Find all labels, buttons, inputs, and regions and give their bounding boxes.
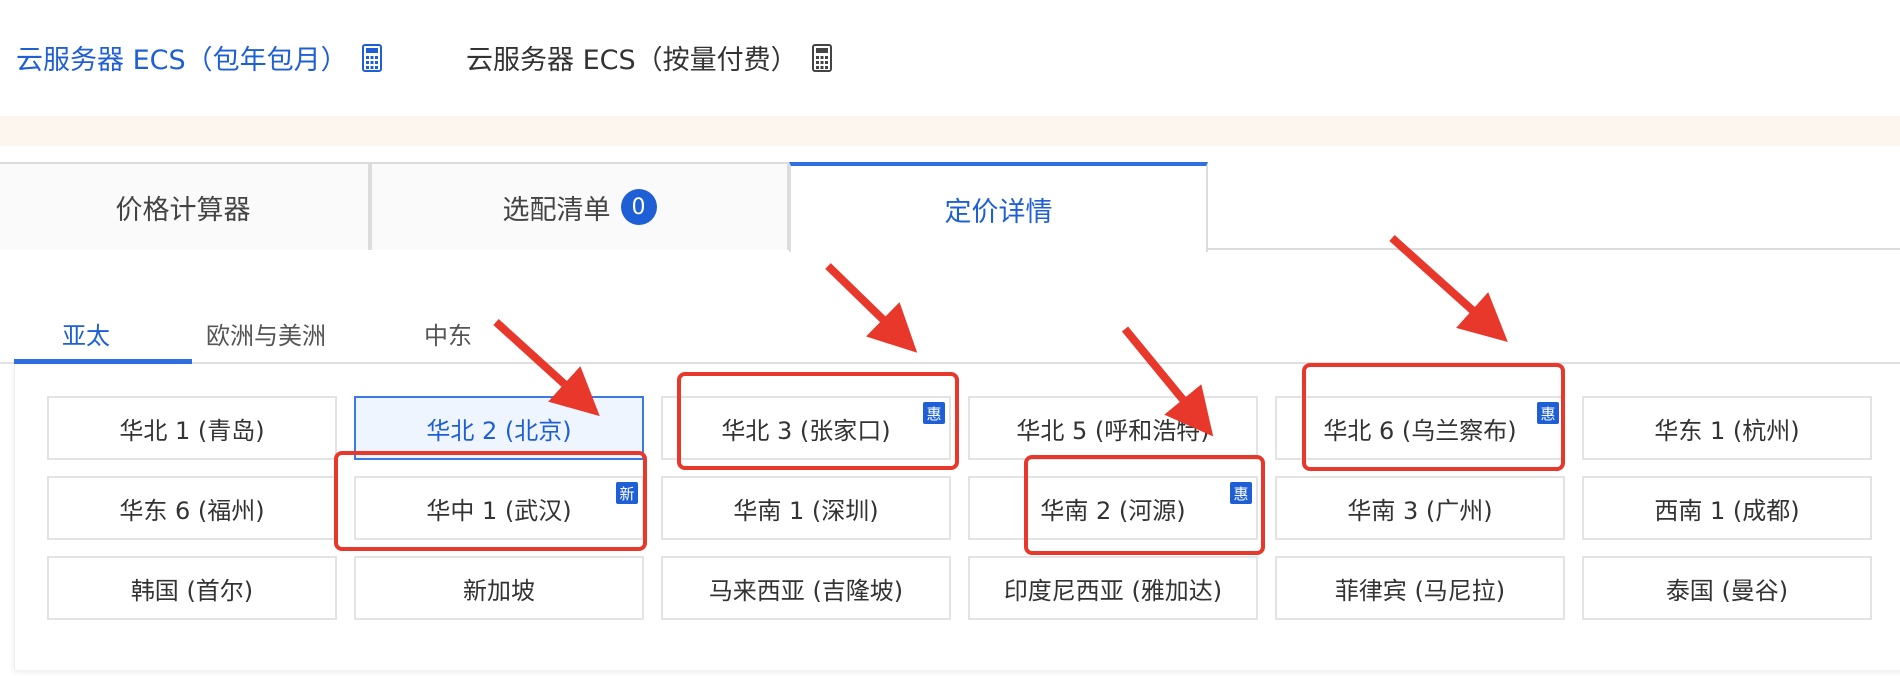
tab-middle-east[interactable]: 中东 [424, 316, 472, 351]
product-link-ecs-payg[interactable]: 云服务器 ECS（按量付费） [466, 38, 832, 77]
region-korea-seoul[interactable]: 韩国 (首尔) [47, 556, 337, 620]
region-label: 西南 1 (成都) [1654, 496, 1800, 525]
new-badge: 新 [616, 482, 638, 504]
tab-selection-list[interactable]: 选配清单 0 [370, 162, 789, 250]
region-huabei-2-beijing[interactable]: 华北 2 (北京) [354, 396, 644, 460]
region-huazhong-1-wuhan[interactable]: 华中 1 (武汉) 新 [354, 476, 644, 540]
region-label: 新加坡 [463, 576, 535, 605]
discount-badge: 惠 [1537, 402, 1559, 424]
region-label: 华中 1 (武汉) [426, 496, 572, 525]
region-label: 华北 2 (北京) [426, 416, 572, 445]
region-huanan-3-guangzhou[interactable]: 华南 3 (广州) [1275, 476, 1565, 540]
region-label: 华北 1 (青岛) [119, 416, 265, 445]
region-label: 华南 1 (深圳) [733, 496, 879, 525]
notice-strip [0, 116, 1900, 146]
region-huabei-1-qingdao[interactable]: 华北 1 (青岛) [47, 396, 337, 460]
calculator-icon[interactable] [811, 43, 832, 72]
region-label: 菲律宾 (马尼拉) [1334, 576, 1506, 605]
region-label: 马来西亚 (吉隆坡) [708, 576, 904, 605]
tab-pricing-details[interactable]: 定价详情 [789, 162, 1208, 252]
discount-badge: 惠 [1230, 482, 1252, 504]
region-huabei-6-ulanqab[interactable]: 华北 6 (乌兰察布) 惠 [1275, 396, 1565, 460]
region-indonesia-jakarta[interactable]: 印度尼西亚 (雅加达) [968, 556, 1258, 620]
region-thailand-bangkok[interactable]: 泰国 (曼谷) [1582, 556, 1872, 620]
region-huabei-5-hohhot[interactable]: 华北 5 (呼和浩特) [968, 396, 1258, 460]
tab-price-calculator[interactable]: 价格计算器 [0, 162, 370, 250]
region-label: 韩国 (首尔) [130, 576, 254, 605]
region-label: 印度尼西亚 (雅加达) [1003, 576, 1223, 605]
region-label: 华东 6 (福州) [119, 496, 265, 525]
product-link-label: 云服务器 ECS（包年包月） [16, 45, 348, 76]
tab-label: 选配清单 [502, 194, 611, 226]
region-label: 华北 5 (呼和浩特) [1016, 416, 1210, 445]
region-singapore[interactable]: 新加坡 [354, 556, 644, 620]
discount-badge: 惠 [923, 402, 945, 424]
region-label: 华南 2 (河源) [1040, 496, 1186, 525]
region-label: 华北 3 (张家口) [721, 416, 891, 445]
tab-label: 价格计算器 [115, 194, 251, 226]
region-label: 华东 1 (杭州) [1654, 416, 1800, 445]
region-xinan-1-chengdu[interactable]: 西南 1 (成都) [1582, 476, 1872, 540]
region-huanan-2-heyuan[interactable]: 华南 2 (河源) 惠 [968, 476, 1258, 540]
calculator-icon[interactable] [361, 43, 382, 72]
region-malaysia-kuala-lumpur[interactable]: 马来西亚 (吉隆坡) [661, 556, 951, 620]
tab-europe-americas[interactable]: 欧洲与美洲 [206, 316, 326, 351]
tab-asia-pacific[interactable]: 亚太 [62, 316, 110, 351]
selection-count-badge: 0 [620, 189, 657, 225]
main-tabs: 价格计算器 选配清单 0 定价详情 [0, 160, 1900, 252]
region-panel: 华北 1 (青岛) 华北 2 (北京) 华北 3 (张家口) 惠 华北 5 (呼和… [14, 364, 1900, 670]
region-huabei-3-zhangjiakou[interactable]: 华北 3 (张家口) 惠 [661, 396, 951, 460]
region-philippines-manila[interactable]: 菲律宾 (马尼拉) [1275, 556, 1565, 620]
region-group-tabs: 亚太 欧洲与美洲 中东 [0, 300, 1900, 364]
tab-label: 定价详情 [944, 196, 1053, 228]
region-label: 泰国 (曼谷) [1665, 576, 1789, 605]
product-link-ecs-subscription[interactable]: 云服务器 ECS（包年包月） [16, 38, 382, 77]
region-huanan-1-shenzhen[interactable]: 华南 1 (深圳) [661, 476, 951, 540]
region-huadong-1-hangzhou[interactable]: 华东 1 (杭州) [1582, 396, 1872, 460]
product-bar: 云服务器 ECS（包年包月） 云服务器 ECS（按量付费） [0, 0, 1900, 116]
product-link-label: 云服务器 ECS（按量付费） [466, 45, 798, 76]
region-huadong-6-fuzhou[interactable]: 华东 6 (福州) [47, 476, 337, 540]
region-label: 华南 3 (广州) [1347, 496, 1493, 525]
region-label: 华北 6 (乌兰察布) [1323, 416, 1517, 445]
